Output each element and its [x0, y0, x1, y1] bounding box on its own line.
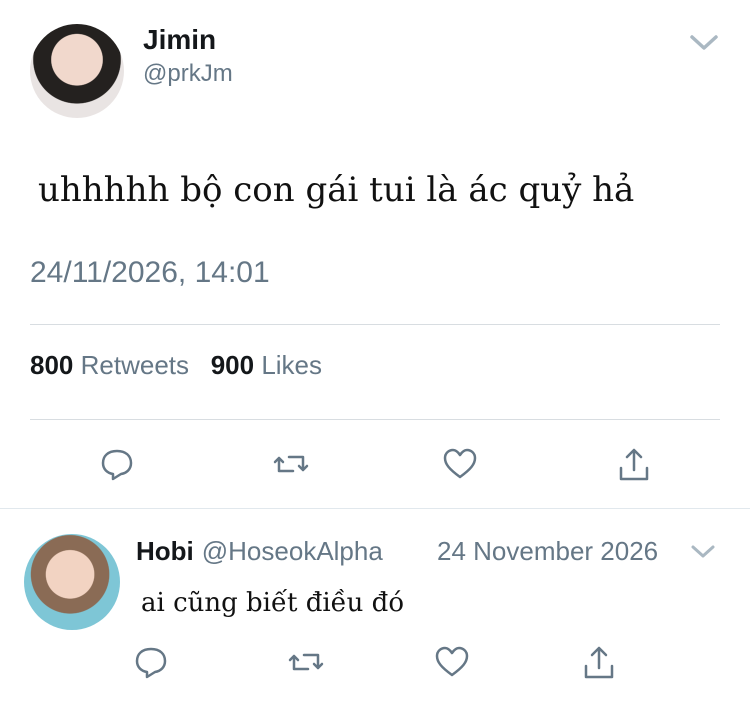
likes-stat[interactable]: 900 Likes	[211, 350, 322, 380]
reply-date[interactable]: 24 November 2026	[437, 536, 658, 567]
heart-icon[interactable]	[440, 444, 480, 484]
reply-author-name[interactable]: Hobi	[136, 536, 194, 566]
section-divider	[0, 508, 750, 509]
author-name[interactable]: Jimin	[143, 24, 216, 56]
retweets-label: Retweets	[80, 350, 190, 380]
main-tweet: Jimin @prkJm uhhhhh bộ con gái tui là ác…	[0, 0, 750, 508]
retweets-stat[interactable]: 800 Retweets	[30, 350, 189, 380]
divider	[30, 419, 720, 420]
reply-text: ai cũng biết điều đó	[141, 588, 404, 618]
chevron-down-icon[interactable]	[688, 536, 718, 566]
retweets-count: 800	[30, 350, 74, 380]
reply-avatar[interactable]	[24, 534, 120, 630]
retweet-icon[interactable]	[271, 444, 311, 484]
author-handle[interactable]: @prkJm	[143, 60, 233, 88]
reply-actions	[0, 642, 750, 682]
share-icon[interactable]	[579, 642, 619, 682]
retweet-icon[interactable]	[286, 642, 326, 682]
likes-label: Likes	[261, 350, 323, 380]
reply-header: Hobi @HoseokAlpha	[136, 536, 383, 567]
chevron-down-icon[interactable]	[688, 26, 720, 58]
tweet-text: uhhhhh bộ con gái tui là ác quỷ hả	[38, 170, 635, 210]
reply-icon[interactable]	[97, 444, 137, 484]
tweet-timestamp[interactable]: 24/11/2026, 14:01	[30, 256, 270, 290]
likes-count: 900	[210, 350, 255, 380]
heart-icon[interactable]	[432, 642, 472, 682]
share-icon[interactable]	[614, 444, 654, 484]
tweet-stats: 800 Retweets 900 Likes	[30, 350, 322, 381]
reply-author-handle[interactable]: @HoseokAlpha	[202, 536, 383, 566]
divider	[30, 324, 720, 325]
reply-icon[interactable]	[131, 642, 171, 682]
avatar[interactable]	[30, 24, 124, 118]
tweet-actions	[0, 444, 750, 484]
